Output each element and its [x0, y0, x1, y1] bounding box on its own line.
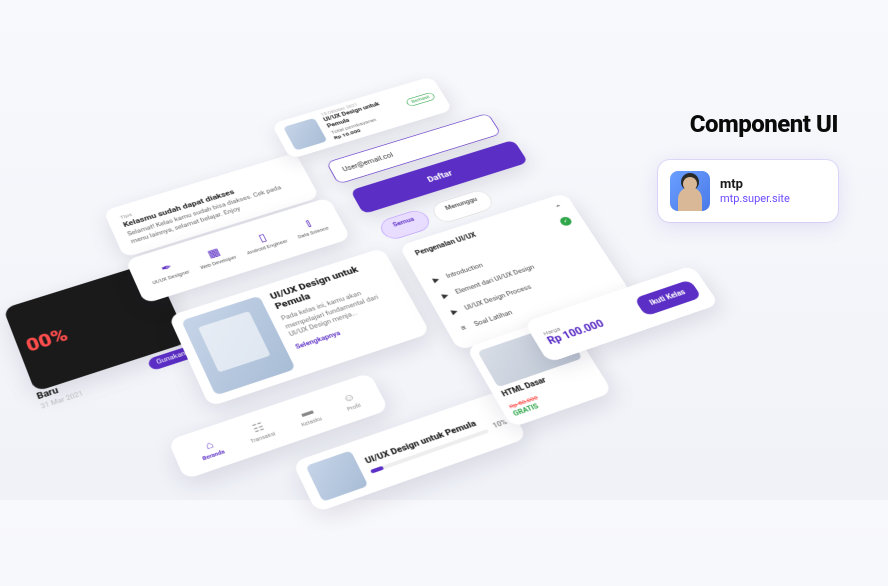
nav-classes[interactable]: ▬Kelasku [294, 403, 323, 428]
play-icon: ▶ [430, 275, 443, 285]
receipt-status: Berhasil [405, 92, 436, 107]
phone-icon: ▯ [257, 232, 269, 244]
author-link[interactable]: mtp.super.site [720, 192, 790, 205]
category-data[interactable]: ⫾Data Science [291, 214, 330, 240]
author-info: mtp mtp.super.site [720, 177, 790, 206]
page-title: Component UI [690, 110, 838, 138]
list-icon: ≡ [457, 323, 470, 334]
heading-area: Component UI [690, 110, 838, 138]
nav-profile[interactable]: ☺Profil [339, 390, 361, 412]
nav-home[interactable]: ⌂Beranda [196, 435, 226, 461]
play-icon: ▶ [448, 307, 461, 317]
home-icon: ⌂ [203, 438, 215, 452]
promo-percent: 00% [23, 295, 167, 357]
promo-footer: Baru 31 Mar 2021 Gunakan [35, 342, 197, 411]
category-android[interactable]: ▯Android Engineer [240, 227, 289, 257]
check-icon: ✓ [558, 215, 573, 226]
category-uiux[interactable]: ✒UI/UX Designer [146, 257, 191, 286]
progress-thumbnail [306, 450, 369, 501]
component-showcase: 00% Baru 31 Mar 2021 Gunakan Tips Kelasm… [0, 68, 606, 515]
category-web[interactable]: ▦Web Developer [194, 242, 238, 270]
author-card[interactable]: mtp mtp.super.site [658, 160, 838, 222]
grid-icon: ▦ [206, 246, 223, 260]
avatar [670, 171, 710, 211]
author-name: mtp [720, 177, 790, 193]
email-value: User@email.col [341, 152, 394, 173]
bars-icon: ⫾ [304, 218, 313, 229]
chevron-up-icon: ⌃ [554, 204, 564, 212]
pen-icon: ✒ [159, 261, 174, 275]
play-icon: ▶ [439, 291, 452, 301]
progress-title: UI/UX Design untuk Pemula [363, 409, 504, 466]
receipt-thumbnail [283, 118, 327, 151]
nav-transactions[interactable]: ☷Transaksi [244, 418, 277, 444]
enroll-button[interactable]: Ikuti Kelas [634, 279, 702, 316]
